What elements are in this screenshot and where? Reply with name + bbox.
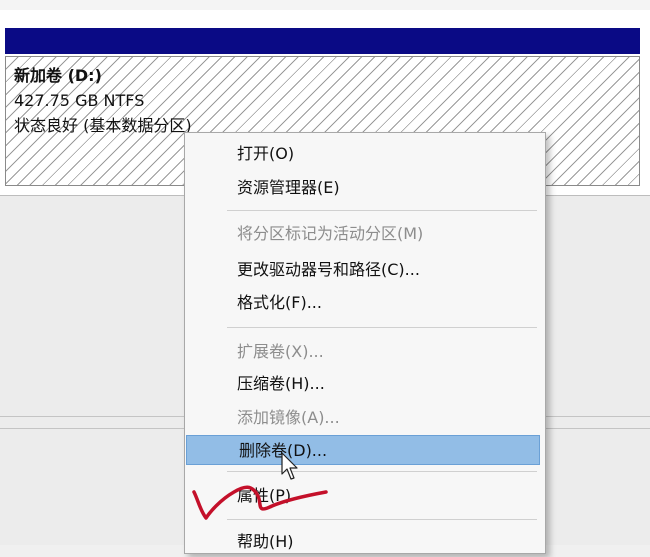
- mouse-pointer-icon: [281, 452, 298, 480]
- menu-item-extend-volume[interactable]: 扩展卷(X)...: [185, 337, 545, 367]
- menu-item-mark-active[interactable]: 将分区标记为活动分区(M): [185, 219, 545, 249]
- menu-item-delete-volume[interactable]: 删除卷(D)...: [186, 435, 540, 465]
- volume-header-bar: [5, 28, 640, 54]
- menu-separator: [227, 210, 537, 211]
- menu-item-format[interactable]: 格式化(F)...: [185, 288, 545, 318]
- volume-status: 状态良好 (基本数据分区): [14, 116, 192, 135]
- volume-size: 427.75 GB NTFS: [14, 91, 145, 110]
- context-menu: 打开(O) 资源管理器(E) 将分区标记为活动分区(M) 更改驱动器号和路径(C…: [184, 132, 546, 554]
- menu-item-change-drive-letter[interactable]: 更改驱动器号和路径(C)...: [185, 255, 545, 285]
- menu-separator: [227, 519, 537, 520]
- menu-item-open[interactable]: 打开(O): [185, 139, 545, 169]
- menu-separator: [227, 327, 537, 328]
- menu-item-shrink-volume[interactable]: 压缩卷(H)...: [185, 369, 545, 399]
- menu-item-explorer[interactable]: 资源管理器(E): [185, 173, 545, 203]
- menu-separator: [227, 471, 537, 472]
- menu-item-help[interactable]: 帮助(H): [185, 527, 545, 557]
- volume-name: 新加卷 (D:): [14, 66, 102, 85]
- menu-item-properties[interactable]: 属性(P): [185, 481, 545, 511]
- menu-item-add-mirror[interactable]: 添加镜像(A)...: [185, 403, 545, 433]
